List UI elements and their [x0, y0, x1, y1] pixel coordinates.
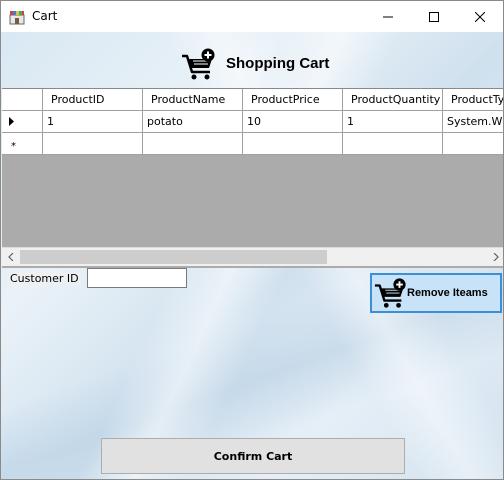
current-row-icon — [9, 117, 14, 126]
grid-cell[interactable]: 1 — [43, 111, 143, 133]
grid-cell[interactable]: potato — [143, 111, 243, 133]
grid-cell[interactable]: 10 — [243, 111, 343, 133]
minimize-button[interactable] — [365, 1, 411, 32]
store-icon — [9, 11, 25, 25]
grid-corner[interactable] — [2, 89, 43, 111]
title-bar[interactable]: Cart — [1, 1, 503, 32]
grid-cell[interactable] — [343, 133, 443, 155]
minimize-icon — [383, 16, 393, 17]
chevron-left-icon — [7, 253, 13, 261]
window-title: Cart — [32, 9, 58, 23]
grid-header-row: ProductID ProductName ProductPrice Produ… — [2, 89, 503, 111]
cart-grid[interactable]: ProductID ProductName ProductPrice Produ… — [2, 88, 503, 268]
scroll-thumb[interactable] — [20, 250, 327, 264]
row-header[interactable]: * — [2, 133, 43, 155]
page-title: Shopping Cart — [226, 55, 330, 72]
close-button[interactable] — [457, 1, 503, 32]
column-header-product-name[interactable]: ProductName — [143, 89, 243, 111]
svg-text:*: * — [11, 141, 16, 152]
customer-id-label: Customer ID — [8, 271, 81, 286]
cart-plus-icon — [182, 48, 215, 80]
scroll-right-button[interactable] — [487, 248, 503, 266]
cart-window: Cart Shopping Cart ProductID ProductName… — [0, 0, 504, 480]
maximize-icon — [429, 11, 439, 22]
grid-cell[interactable] — [43, 133, 143, 155]
customer-id-input[interactable] — [87, 268, 187, 288]
client-area: Shopping Cart ProductID ProductName Prod… — [1, 32, 503, 479]
table-row-new[interactable]: * — [2, 133, 503, 155]
chevron-right-icon — [493, 253, 499, 261]
remove-items-button[interactable]: Remove Iteams — [370, 273, 502, 313]
grid-cell[interactable] — [143, 133, 243, 155]
grid-cell[interactable] — [243, 133, 343, 155]
cart-plus-icon — [374, 278, 406, 308]
grid-cell[interactable]: System.Wind — [443, 111, 503, 133]
confirm-cart-button[interactable]: Confirm Cart — [101, 438, 405, 474]
remove-items-label: Remove Iteams — [407, 287, 488, 299]
close-icon — [475, 11, 485, 22]
grid-cell[interactable]: 1 — [343, 111, 443, 133]
table-row[interactable]: 1 potato 10 1 System.Wind — [2, 111, 503, 133]
column-header-product-id[interactable]: ProductID — [43, 89, 143, 111]
row-header[interactable] — [2, 111, 43, 133]
scroll-left-button[interactable] — [2, 248, 19, 266]
column-header-product-type[interactable]: ProductTyp — [443, 89, 503, 111]
column-header-product-quantity[interactable]: ProductQuantity — [343, 89, 443, 111]
new-row-icon: * — [11, 141, 16, 152]
column-header-product-price[interactable]: ProductPrice — [243, 89, 343, 111]
maximize-button[interactable] — [411, 1, 457, 32]
grid-cell[interactable] — [443, 133, 503, 155]
horizontal-scrollbar[interactable] — [2, 247, 503, 266]
